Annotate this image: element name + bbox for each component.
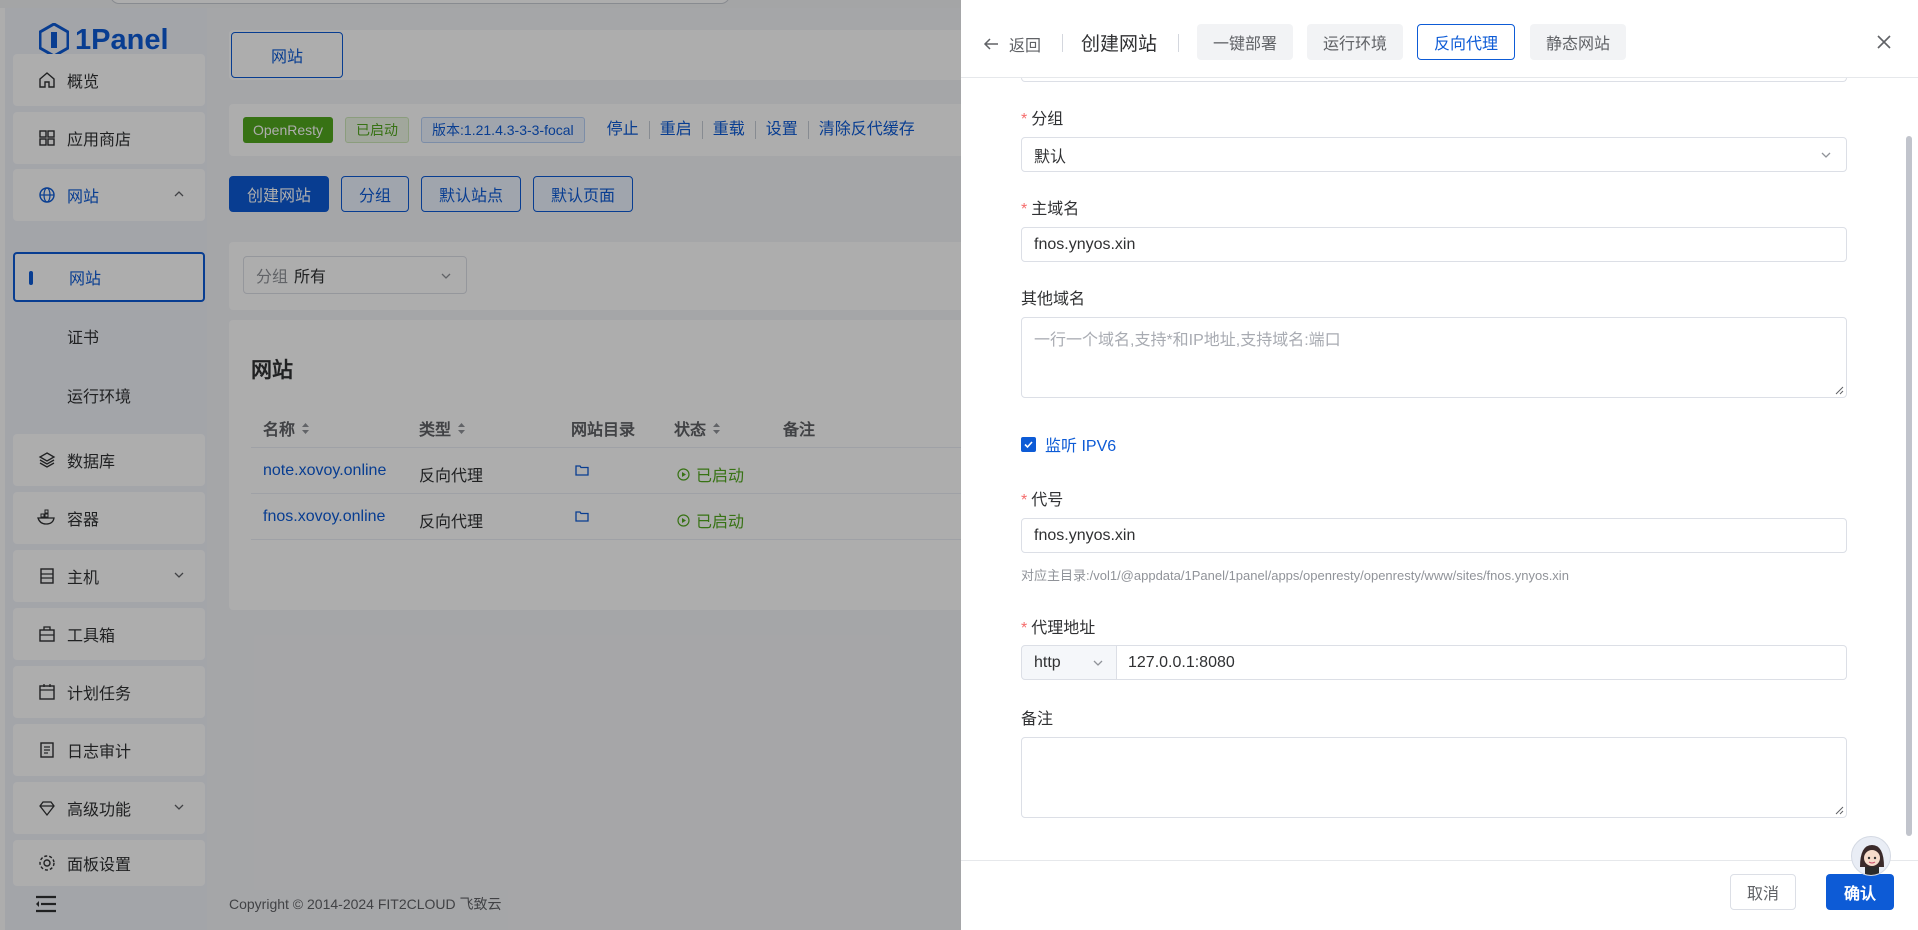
required-mark: * xyxy=(1021,492,1028,509)
close-icon[interactable] xyxy=(1876,34,1892,50)
proxy-protocol-value: http xyxy=(1034,653,1061,671)
remark-label: 备注 xyxy=(1021,711,1054,728)
remark-textarea[interactable] xyxy=(1021,737,1847,818)
primary-domain-label: * 主域名 xyxy=(1021,195,1079,219)
ipv6-checkbox[interactable]: 监听 IPV6 xyxy=(1021,432,1116,456)
chevron-down-icon xyxy=(1821,152,1831,158)
primary-domain-label-text: 主域名 xyxy=(1031,201,1080,218)
alias-label-text: 代号 xyxy=(1031,492,1064,509)
modal-overlay[interactable] xyxy=(0,0,963,930)
drawer-scrollbar[interactable] xyxy=(1906,136,1912,836)
back-button[interactable]: 返回 xyxy=(983,32,1041,56)
previous-field-edge xyxy=(1021,78,1847,82)
proxy-address-label-text: 代理地址 xyxy=(1031,620,1096,637)
group-select-value: 默认 xyxy=(1034,148,1067,166)
proxy-address-value: 127.0.0.1:8080 xyxy=(1128,653,1235,671)
arrow-left-icon xyxy=(983,38,998,50)
tab-static-site[interactable]: 静态网站 xyxy=(1530,24,1627,60)
confirm-button[interactable]: 确认 xyxy=(1826,874,1894,910)
resize-handle-icon[interactable] xyxy=(1835,806,1844,815)
other-domains-placeholder: 一行一个域名,支持*和IP地址,支持域名:端口 xyxy=(1034,332,1341,349)
assistant-avatar[interactable] xyxy=(1851,836,1891,876)
divider xyxy=(1178,34,1179,52)
primary-domain-input[interactable]: fnos.ynyos.xin xyxy=(1021,227,1847,262)
required-mark: * xyxy=(1021,111,1028,128)
alias-label: * 代号 xyxy=(1021,486,1063,510)
divider xyxy=(1062,34,1063,52)
ipv6-label: 监听 IPV6 xyxy=(1045,438,1117,455)
cancel-button[interactable]: 取消 xyxy=(1730,874,1796,910)
other-domains-textarea[interactable]: 一行一个域名,支持*和IP地址,支持域名:端口 xyxy=(1021,317,1847,398)
create-website-drawer: 返回 创建网站 一键部署 运行环境 反向代理 静态网站 * 分组 默认 * 主域名 … xyxy=(961,0,1918,930)
required-mark: * xyxy=(1021,201,1028,218)
checkbox-checked-icon xyxy=(1021,436,1036,452)
required-mark: * xyxy=(1021,620,1028,637)
drawer-title: 创建网站 xyxy=(1081,34,1158,55)
group-label: * 分组 xyxy=(1021,105,1063,129)
proxy-address-input[interactable]: 127.0.0.1:8080 xyxy=(1116,645,1847,680)
group-label-text: 分组 xyxy=(1031,111,1064,128)
back-label: 返回 xyxy=(1009,38,1042,55)
resize-handle-icon[interactable] xyxy=(1835,386,1844,395)
tab-one-click-deploy[interactable]: 一键部署 xyxy=(1197,24,1294,60)
tab-reverse-proxy[interactable]: 反向代理 xyxy=(1417,24,1516,60)
drawer-header: 返回 创建网站 一键部署 运行环境 反向代理 静态网站 xyxy=(961,0,1918,78)
primary-domain-value: fnos.ynyos.xin xyxy=(1034,235,1136,253)
proxy-address-label: * 代理地址 xyxy=(1021,614,1095,638)
alias-value: fnos.ynyos.xin xyxy=(1034,526,1136,544)
chevron-down-icon xyxy=(1093,660,1103,666)
alias-input[interactable]: fnos.ynyos.xin xyxy=(1021,518,1847,553)
group-select[interactable]: 默认 xyxy=(1021,137,1847,172)
tab-runtime[interactable]: 运行环境 xyxy=(1307,24,1404,60)
alias-hint: 对应主目录:/vol1/@appdata/1Panel/1panel/apps/… xyxy=(1021,568,1569,583)
other-domains-label: 其他域名 xyxy=(1021,291,1086,308)
proxy-protocol-select[interactable]: http xyxy=(1021,645,1117,680)
assistant-face-icon xyxy=(1860,845,1884,875)
